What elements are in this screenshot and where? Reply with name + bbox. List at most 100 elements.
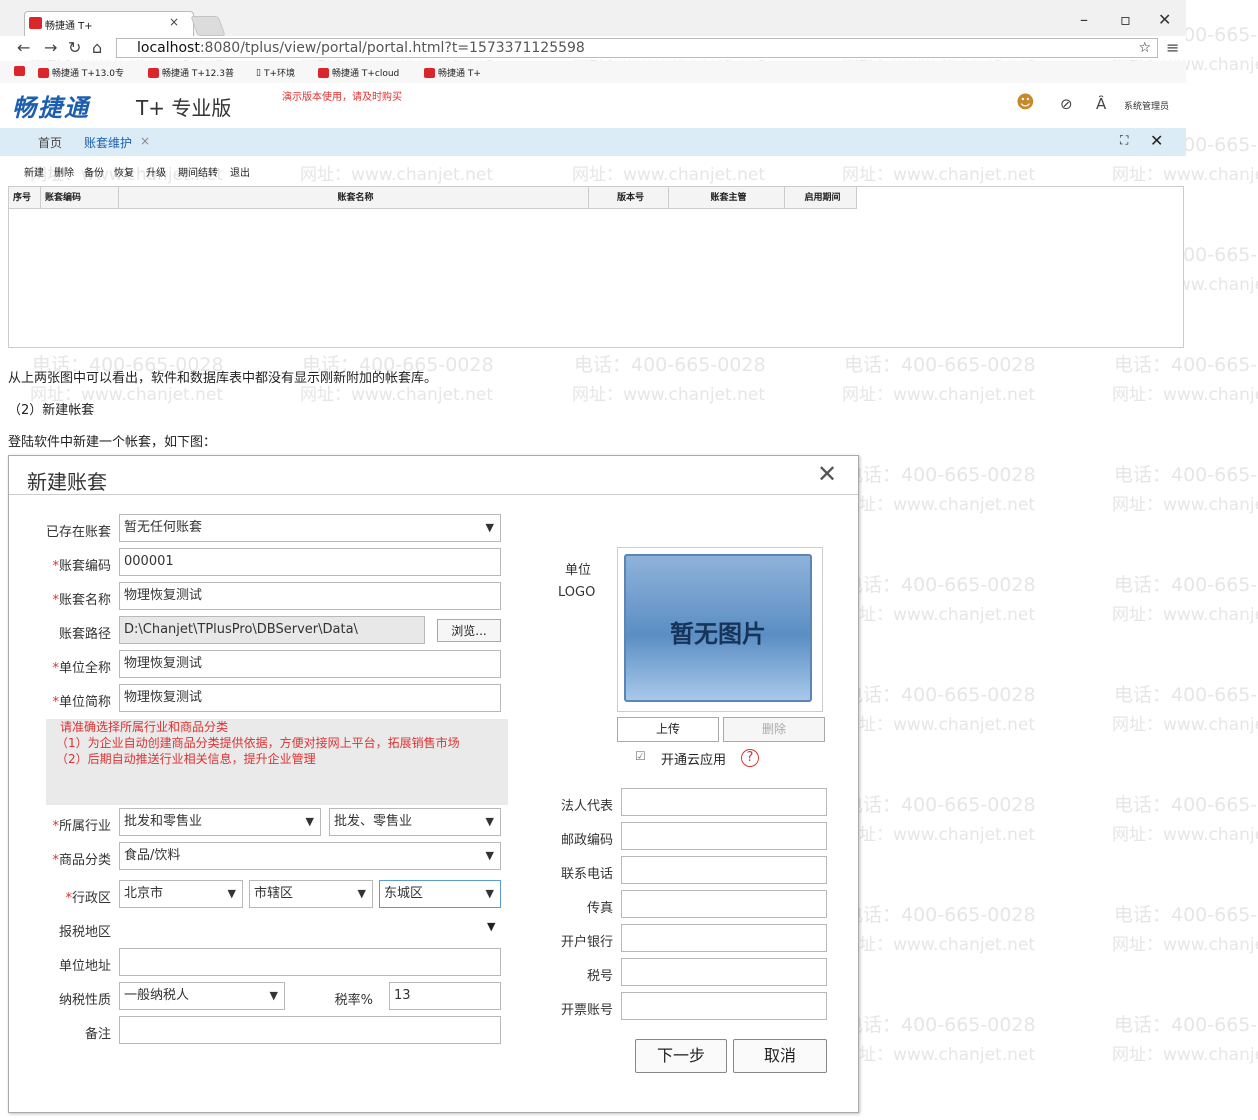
demo-notice[interactable]: 演示版本使用，请及时购买 [282, 88, 402, 103]
tab-account-maintenance[interactable]: 账套维护 [84, 134, 132, 151]
back-icon[interactable]: ← [17, 38, 30, 57]
label-name: *账套名称 [52, 593, 111, 608]
fullscreen-icon[interactable]: ⛶ [1120, 133, 1128, 148]
toolbar-new[interactable]: 新建 [24, 164, 44, 179]
city-select[interactable]: 市辖区 ▼ [249, 880, 373, 908]
cloud-checkbox[interactable]: ☑ [635, 749, 646, 763]
remark-input[interactable] [119, 1016, 501, 1044]
toolbar-period-carry[interactable]: 期间结转 [178, 164, 218, 179]
chevron-down-icon: ▼ [485, 849, 494, 862]
label-remark: 备注 [84, 1027, 111, 1042]
legal-input[interactable] [621, 788, 827, 816]
industry-select[interactable]: 批发和零售业 ▼ [119, 808, 321, 836]
bookmark-favicon-icon [424, 67, 435, 78]
dialog-title: 新建账套 [27, 470, 107, 494]
bookmark-item[interactable]: 畅捷通 T+cloud [318, 66, 399, 79]
bookmark-item[interactable]: ▯ T+环境 [256, 66, 295, 80]
forward-icon[interactable]: → [44, 38, 57, 57]
home-icon[interactable]: ⌂ [92, 38, 102, 57]
help-icon[interactable]: ⊘ [1060, 95, 1073, 113]
bookmark-item[interactable]: 畅捷通 T+ [424, 66, 481, 79]
table-header: 序号 账套编码 账套名称 版本号 账套主管 启用期间 [9, 187, 857, 209]
existing-account-select[interactable]: 暂无任何账套 ▼ [119, 514, 501, 542]
name-input[interactable]: 物理恢复测试 [119, 582, 501, 610]
chevron-down-icon: ▼ [485, 815, 494, 828]
watermark-phone: 电话：400-665-0028 [1114, 904, 1258, 926]
label-logo-2: LOGO [558, 585, 596, 600]
tab-close-icon[interactable]: × [169, 15, 179, 29]
label-postcode: 邮政编码 [560, 833, 613, 848]
toolbar-restore[interactable]: 恢复 [114, 164, 134, 179]
toolbar-upgrade[interactable]: 升级 [146, 164, 166, 179]
notice-line: （2）后期自动推送行业相关信息，提升企业管理 [56, 752, 316, 766]
fullname-input[interactable]: 物理恢复测试 [119, 650, 501, 678]
phone-input[interactable] [621, 856, 827, 884]
col-code: 账套编码 [41, 187, 119, 209]
district-select[interactable]: 东城区 ▼ [379, 880, 501, 908]
account-table: 序号 账套编码 账套名称 版本号 账套主管 启用期间 [8, 186, 1184, 348]
bookmark-label: T+环境 [263, 69, 295, 79]
watermark-site: 网址：www.chanjet.net [1112, 935, 1258, 955]
article-heading: （2）新建帐套 [8, 403, 95, 418]
help-icon[interactable]: ? [741, 749, 759, 767]
star-icon[interactable]: ☆ [1138, 39, 1151, 57]
chevron-down-icon: ▼ [485, 887, 494, 900]
path-input[interactable]: D:\Chanjet\TPlusPro\DBServer\Data\ [119, 616, 425, 644]
bookmark-item[interactable] [14, 66, 25, 76]
url-input[interactable]: localhost:8080/tplus/view/portal/portal.… [116, 38, 1158, 58]
bookmark-favicon-icon [38, 67, 49, 78]
category-select[interactable]: 食品/饮料 ▼ [119, 842, 501, 870]
watermark-phone: 电话：400-665-0028 [844, 794, 1036, 816]
address-input[interactable] [119, 948, 501, 976]
watermark-site: 网址：www.chanjet.net [1112, 825, 1258, 845]
invoice-input[interactable] [621, 992, 827, 1020]
user-name[interactable]: 系统管理员 [1124, 99, 1169, 112]
fax-input[interactable] [621, 890, 827, 918]
url-host: localhost [137, 40, 200, 56]
browse-button[interactable]: 浏览... [437, 619, 501, 642]
chevron-down-icon[interactable]: ▼ [487, 920, 495, 933]
toolbar-backup[interactable]: 备份 [84, 164, 104, 179]
toolbar-exit[interactable]: 退出 [230, 164, 250, 179]
label-address: 单位地址 [58, 959, 111, 974]
next-button[interactable]: 下一步 [635, 1039, 727, 1073]
close-page-icon[interactable]: ✕ [1150, 131, 1163, 150]
province-select[interactable]: 北京市 ▼ [119, 880, 243, 908]
close-window-button[interactable]: ✕ [1158, 10, 1171, 29]
cancel-button[interactable]: 取消 [733, 1039, 827, 1073]
user-icon[interactable]: Ȃ [1096, 95, 1106, 113]
bookmark-favicon-icon [318, 67, 329, 78]
label-tax-rate: 税率% [334, 993, 373, 1008]
watermark-phone: 电话：400-665-0028 [574, 354, 766, 376]
chevron-down-icon: ▼ [227, 887, 236, 900]
watermark-site: 网址：www.chanjet.net [842, 715, 1036, 735]
monkey-icon[interactable]: ☻ [1016, 92, 1035, 113]
bookmark-item[interactable]: 畅捷通 T+12.3普 [148, 66, 234, 79]
tab-home[interactable]: 首页 [38, 134, 62, 151]
upload-button[interactable]: 上传 [617, 717, 719, 742]
tax-nature-select[interactable]: 一般纳税人 ▼ [119, 982, 285, 1010]
toolbar-delete[interactable]: 删除 [54, 164, 74, 179]
menu-icon[interactable]: ≡ [1166, 38, 1179, 57]
delete-logo-button[interactable]: 删除 [723, 717, 825, 742]
reload-icon[interactable]: ↻ [68, 38, 81, 57]
minimize-button[interactable]: – [1080, 10, 1088, 29]
notice-line: 请准确选择所属行业和商品分类 [60, 720, 229, 734]
bookmark-item[interactable]: 畅捷通 T+13.0专 [38, 66, 124, 79]
tax-rate-input[interactable]: 13 [389, 982, 501, 1010]
tax-no-input[interactable] [621, 958, 827, 986]
col-start-period: 启用期间 [785, 187, 857, 209]
industry-sub-select[interactable]: 批发、零售业 ▼ [329, 808, 501, 836]
bank-input[interactable] [621, 924, 827, 952]
close-icon[interactable]: ✕ [817, 460, 837, 488]
chevron-down-icon: ▼ [305, 815, 314, 828]
maximize-button[interactable]: ▫ [1120, 10, 1131, 29]
bookmarks-bar: 畅捷通 T+13.0专 畅捷通 T+12.3普 ▯ T+环境 畅捷通 T+clou… [0, 61, 1186, 83]
tab-close-icon[interactable]: × [140, 134, 150, 148]
postcode-input[interactable] [621, 822, 827, 850]
bookmark-favicon-icon [148, 67, 159, 78]
code-input[interactable]: 000001 [119, 548, 501, 576]
browser-tab[interactable]: 畅捷通 T+ × [24, 11, 194, 37]
label-tax-nature: 纳税性质 [58, 993, 111, 1008]
shortname-input[interactable]: 物理恢复测试 [119, 684, 501, 712]
